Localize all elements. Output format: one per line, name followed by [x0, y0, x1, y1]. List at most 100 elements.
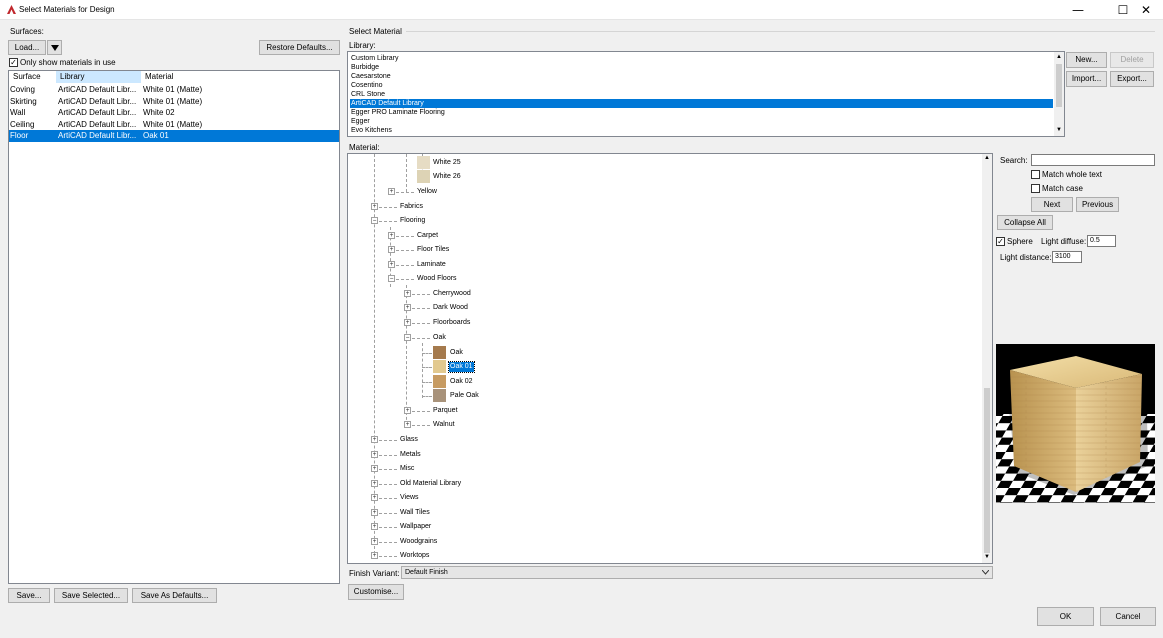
- sphere-checkbox[interactable]: ✓: [996, 237, 1005, 246]
- column-header-material[interactable]: Material: [141, 71, 339, 83]
- column-header-library[interactable]: Library: [56, 71, 141, 83]
- expand-icon[interactable]: +: [404, 319, 411, 326]
- ok-button[interactable]: OK: [1037, 607, 1094, 626]
- scroll-thumb[interactable]: [984, 388, 990, 553]
- scroll-down-icon[interactable]: ▼: [984, 554, 990, 560]
- library-item[interactable]: Caesarstone: [350, 72, 1053, 81]
- library-item[interactable]: Cosentino: [350, 81, 1053, 90]
- customise-button[interactable]: Customise...: [348, 584, 404, 600]
- library-item[interactable]: Custom Library: [350, 54, 1053, 63]
- scroll-down-icon[interactable]: ▼: [1056, 127, 1062, 133]
- tree-item-oak[interactable]: Oak: [450, 348, 463, 358]
- expand-icon[interactable]: +: [371, 436, 378, 443]
- column-header-surface[interactable]: Surface: [9, 71, 56, 83]
- expand-icon[interactable]: +: [371, 538, 378, 545]
- light-distance-input[interactable]: 3100: [1052, 251, 1082, 263]
- expand-icon[interactable]: +: [371, 203, 378, 210]
- tree-item-white25[interactable]: White 25: [433, 158, 461, 168]
- expand-icon[interactable]: +: [388, 261, 395, 268]
- close-button[interactable]: ✕: [1129, 0, 1163, 20]
- new-library-button[interactable]: New...: [1066, 52, 1107, 68]
- tree-item-yellow[interactable]: Yellow: [417, 187, 437, 197]
- expand-icon[interactable]: +: [371, 509, 378, 516]
- expand-icon[interactable]: +: [388, 246, 395, 253]
- tree-item-wall-tiles[interactable]: Wall Tiles: [400, 508, 430, 518]
- load-button[interactable]: Load...: [8, 40, 46, 55]
- save-selected-button[interactable]: Save Selected...: [54, 588, 128, 603]
- tree-item-metals[interactable]: Metals: [400, 450, 421, 460]
- collapse-icon[interactable]: −: [388, 275, 395, 282]
- library-item[interactable]: Evo Kitchens: [350, 126, 1053, 135]
- tree-item-oak-group[interactable]: Oak: [433, 333, 446, 343]
- only-show-in-use-checkbox[interactable]: ✓: [9, 58, 18, 67]
- tree-item-old-material-library[interactable]: Old Material Library: [400, 479, 461, 489]
- collapse-icon[interactable]: −: [404, 334, 411, 341]
- expand-icon[interactable]: +: [371, 552, 378, 559]
- match-case-checkbox[interactable]: [1031, 184, 1040, 193]
- expand-icon[interactable]: +: [404, 421, 411, 428]
- next-button[interactable]: Next: [1031, 197, 1073, 212]
- expand-icon[interactable]: +: [388, 232, 395, 239]
- tree-item-pale-oak[interactable]: Pale Oak: [450, 391, 479, 401]
- tree-item-carpet[interactable]: Carpet: [417, 231, 438, 241]
- tree-item-white26[interactable]: White 26: [433, 172, 461, 182]
- tree-item-oak01-selected[interactable]: Oak 01: [448, 361, 475, 373]
- tree-item-woodgrains[interactable]: Woodgrains: [400, 537, 437, 547]
- cancel-button[interactable]: Cancel: [1100, 607, 1156, 626]
- tree-item-parquet[interactable]: Parquet: [433, 406, 458, 416]
- tree-item-dark-wood[interactable]: Dark Wood: [433, 303, 468, 313]
- table-row[interactable]: Ceiling ArtiCAD Default Libr... White 01…: [9, 119, 339, 131]
- light-diffuse-input[interactable]: 0.5: [1087, 235, 1116, 247]
- previous-button[interactable]: Previous: [1076, 197, 1119, 212]
- expand-icon[interactable]: +: [371, 480, 378, 487]
- library-scrollbar[interactable]: ▲ ▼: [1054, 52, 1064, 136]
- tree-item-wood-floors[interactable]: Wood Floors: [417, 274, 457, 284]
- import-library-button[interactable]: Import...: [1066, 71, 1107, 87]
- table-row[interactable]: Skirting ArtiCAD Default Libr... White 0…: [9, 96, 339, 108]
- tree-item-walnut[interactable]: Walnut: [433, 420, 455, 430]
- save-button[interactable]: Save...: [8, 588, 50, 603]
- restore-defaults-button[interactable]: Restore Defaults...: [259, 40, 340, 55]
- library-item-selected[interactable]: ArtiCAD Default Library: [350, 99, 1053, 108]
- tree-item-views[interactable]: Views: [400, 493, 419, 503]
- library-item[interactable]: Burbidge: [350, 63, 1053, 72]
- tree-item-fabrics[interactable]: Fabrics: [400, 202, 423, 212]
- tree-item-worktops[interactable]: Worktops: [400, 551, 429, 561]
- export-library-button[interactable]: Export...: [1110, 71, 1154, 87]
- tree-item-floor-tiles[interactable]: Floor Tiles: [417, 245, 449, 255]
- collapse-icon[interactable]: −: [371, 217, 378, 224]
- expand-icon[interactable]: +: [388, 188, 395, 195]
- tree-item-oak02[interactable]: Oak 02: [450, 377, 473, 387]
- expand-icon[interactable]: +: [371, 451, 378, 458]
- library-item[interactable]: Egger PRO Laminate Flooring: [350, 108, 1053, 117]
- expand-icon[interactable]: +: [371, 465, 378, 472]
- match-whole-text-checkbox[interactable]: [1031, 170, 1040, 179]
- tree-item-flooring[interactable]: Flooring: [400, 216, 425, 226]
- search-input[interactable]: [1031, 154, 1155, 166]
- library-list[interactable]: Custom Library Burbidge Caesarstone Cose…: [347, 51, 1065, 137]
- library-item[interactable]: Egger: [350, 117, 1053, 126]
- collapse-all-button[interactable]: Collapse All: [997, 215, 1053, 230]
- tree-item-floorboards[interactable]: Floorboards: [433, 318, 470, 328]
- tree-item-misc[interactable]: Misc: [400, 464, 414, 474]
- expand-icon[interactable]: +: [404, 304, 411, 311]
- table-row-selected[interactable]: Floor ArtiCAD Default Libr... Oak 01: [9, 130, 339, 142]
- expand-icon[interactable]: +: [371, 523, 378, 530]
- finish-variant-select[interactable]: Default Finish: [401, 566, 993, 579]
- expand-icon[interactable]: +: [404, 290, 411, 297]
- scroll-up-icon[interactable]: ▲: [984, 155, 990, 161]
- library-item[interactable]: CRL Stone: [350, 90, 1053, 99]
- load-dropdown-button[interactable]: [47, 40, 62, 55]
- scroll-up-icon[interactable]: ▲: [1056, 54, 1062, 60]
- tree-item-glass[interactable]: Glass: [400, 435, 418, 445]
- scroll-thumb[interactable]: [1056, 64, 1062, 107]
- table-row[interactable]: Wall ArtiCAD Default Libr... White 02: [9, 107, 339, 119]
- material-tree[interactable]: White 25 White 26 + Yellow + Fabrics − F…: [347, 153, 993, 564]
- delete-library-button[interactable]: Delete: [1110, 52, 1154, 68]
- tree-item-cherrywood[interactable]: Cherrywood: [433, 289, 471, 299]
- minimize-button[interactable]: —: [1061, 0, 1095, 20]
- tree-scrollbar[interactable]: ▲ ▼: [982, 154, 992, 563]
- tree-item-laminate[interactable]: Laminate: [417, 260, 446, 270]
- table-row[interactable]: Coving ArtiCAD Default Libr... White 01 …: [9, 84, 339, 96]
- tree-item-wallpaper[interactable]: Wallpaper: [400, 522, 431, 532]
